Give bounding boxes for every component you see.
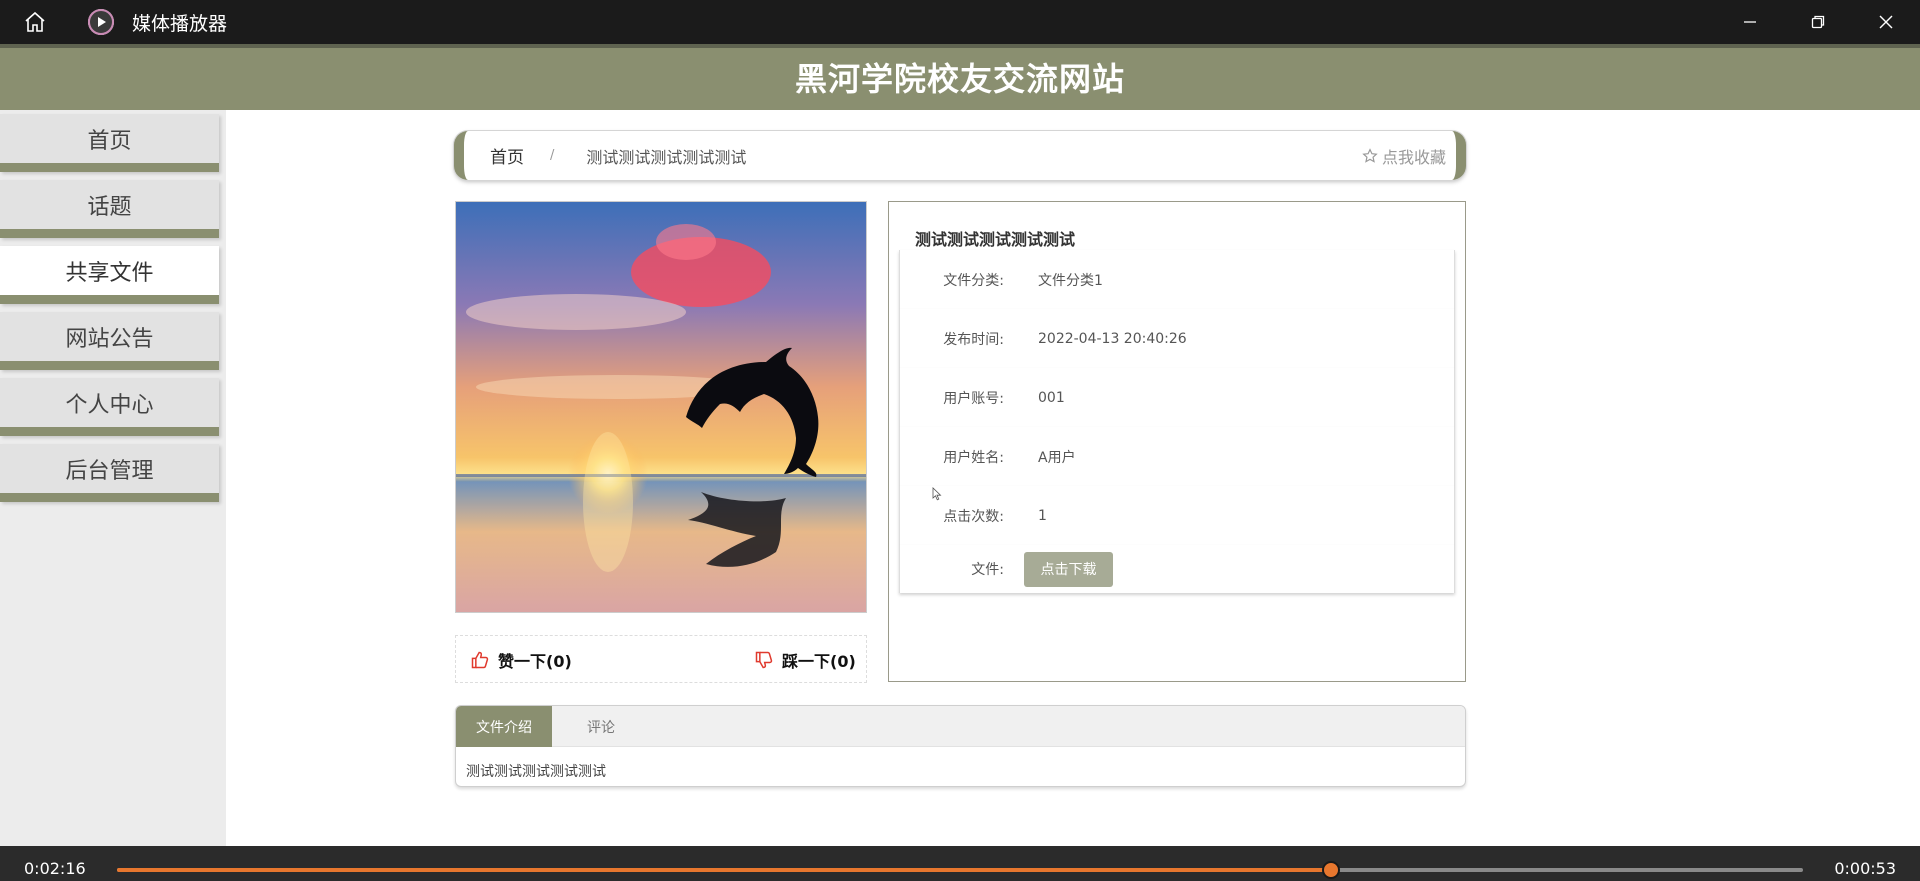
- minimize-button[interactable]: [1716, 0, 1784, 44]
- sidebar-item-topics[interactable]: 话题: [0, 180, 219, 238]
- detail-row-click-count: 点击次数: 1: [899, 486, 1455, 545]
- like-button[interactable]: 赞一下(0): [470, 648, 572, 672]
- remaining-time: 0:00:53: [1834, 859, 1896, 878]
- sidebar-item-label: 后台管理: [65, 458, 154, 484]
- media-player-bar: 0:02:16 0:00:53: [0, 846, 1920, 881]
- breadcrumb: 首页 / 测试测试测试测试测试 点我收藏: [454, 131, 1466, 180]
- detail-label: 用户账号:: [943, 390, 1004, 407]
- sidebar-item-announcements[interactable]: 网站公告: [0, 312, 219, 370]
- sidebar-item-label: 个人中心: [65, 392, 154, 418]
- detail-row-publish-time: 发布时间: 2022-04-13 20:40:26: [899, 309, 1455, 368]
- detail-value: 001: [1038, 389, 1065, 406]
- sidebar-item-home[interactable]: 首页: [0, 114, 219, 172]
- file-tabs: 文件介绍 评论 测试测试测试测试测试: [455, 705, 1466, 787]
- detail-row-category: 文件分类: 文件分类1: [899, 250, 1455, 309]
- sidebar-item-label: 话题: [87, 194, 132, 220]
- seek-bar-thumb[interactable]: [1321, 861, 1340, 879]
- seek-bar[interactable]: [117, 861, 1803, 879]
- sidebar-item-label: 首页: [87, 128, 132, 154]
- detail-row-file: 文件: 点击下载: [899, 545, 1455, 593]
- media-player-icon: [88, 9, 114, 35]
- sidebar-item-profile[interactable]: 个人中心: [0, 378, 219, 436]
- detail-value: 文件分类1: [1038, 272, 1103, 289]
- star-icon: [1362, 147, 1378, 163]
- like-label: 赞一下(0): [498, 652, 572, 671]
- thumbs-down-icon: [755, 651, 773, 669]
- file-cover-image: [455, 201, 867, 613]
- sidebar-nav: 首页 话题 共享文件 网站公告 个人中心 后台管理: [0, 110, 226, 846]
- breadcrumb-current: 测试测试测试测试测试: [586, 147, 747, 167]
- home-button[interactable]: [0, 0, 70, 44]
- detail-value: A用户: [1038, 449, 1076, 466]
- home-icon: [25, 11, 45, 32]
- detail-value: 1: [1038, 507, 1047, 524]
- breadcrumb-separator: /: [550, 148, 555, 163]
- vote-panel: 赞一下(0) 踩一下(0): [455, 635, 867, 683]
- detail-label: 文件:: [971, 562, 1004, 578]
- window-controls: [1716, 0, 1920, 44]
- seek-bar-progress: [117, 868, 1331, 872]
- site-header: 黑河学院校友交流网站: [0, 44, 1920, 110]
- restore-button[interactable]: [1784, 0, 1852, 44]
- detail-label: 发布时间:: [943, 331, 1004, 348]
- sidebar-item-label: 共享文件: [65, 260, 154, 286]
- app-title: 媒体播放器: [132, 12, 228, 35]
- close-button[interactable]: [1852, 0, 1920, 44]
- sidebar-item-admin[interactable]: 后台管理: [0, 444, 219, 502]
- sidebar-item-shared-files[interactable]: 共享文件: [0, 246, 219, 304]
- tab-file-intro[interactable]: 文件介绍: [456, 706, 552, 747]
- detail-value: 2022-04-13 20:40:26: [1038, 330, 1187, 347]
- detail-row-user-name: 用户姓名: A用户: [899, 427, 1455, 486]
- file-title: 测试测试测试测试测试: [915, 230, 1076, 249]
- tab-comments[interactable]: 评论: [552, 706, 650, 747]
- breadcrumb-home-link[interactable]: 首页: [490, 143, 524, 168]
- detail-label: 点击次数:: [943, 508, 1004, 525]
- restore-icon: [1811, 15, 1825, 29]
- file-detail-panel: 测试测试测试测试测试 文件分类: 文件分类1 发布时间: 2022-04-13 …: [888, 201, 1466, 682]
- site-title: 黑河学院校友交流网站: [794, 60, 1125, 98]
- mouse-cursor-icon: [932, 487, 942, 501]
- favorite-label: 点我收藏: [1381, 147, 1446, 167]
- tab-bar: 文件介绍 评论: [456, 706, 1465, 747]
- window-titlebar: 媒体播放器: [0, 0, 1920, 44]
- detail-label: 用户姓名:: [943, 449, 1004, 466]
- close-icon: [1879, 15, 1893, 29]
- detail-row-user-account: 用户账号: 001: [899, 368, 1455, 427]
- dislike-button[interactable]: 踩一下(0): [754, 648, 856, 672]
- dislike-label: 踩一下(0): [782, 652, 856, 671]
- thumbs-up-icon: [471, 651, 489, 669]
- detail-label: 文件分类:: [943, 272, 1004, 289]
- minimize-icon: [1744, 21, 1756, 23]
- download-button[interactable]: 点击下载: [1024, 551, 1113, 587]
- tab-content: 测试测试测试测试测试: [466, 764, 606, 780]
- sidebar-item-label: 网站公告: [65, 326, 154, 352]
- elapsed-time: 0:02:16: [24, 859, 86, 878]
- favorite-button[interactable]: 点我收藏: [1362, 144, 1446, 168]
